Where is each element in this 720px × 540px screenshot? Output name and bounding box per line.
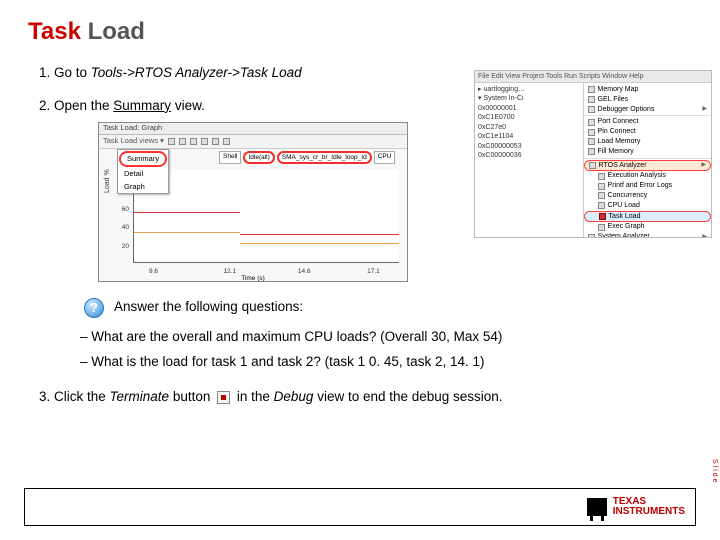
toolbar-icon [223,138,230,145]
question-item: What is the load for task 1 and task 2? … [80,353,692,372]
text: view. [171,98,205,113]
legend-item: Shell [219,151,241,164]
page-title: Task Load [28,18,692,46]
tree-row: 0xC1E0700 [478,113,580,122]
ti-brand-2: INSTRUMENTS [613,507,685,517]
toolbar-icon [201,138,208,145]
text: button [169,389,214,404]
menu-item-task-load: Task Load [584,211,711,223]
step-3: Click the Terminate button in the Debug … [54,388,692,407]
title-word-2: Load [88,18,145,45]
question-prompt: ? Answer the following questions: [84,298,692,318]
button-name: Terminate [110,389,170,404]
menu-item: System Analyzer▶ [584,232,711,238]
dropdown-item-summary: Summary [119,151,167,168]
menu-item: GEL Files [584,95,711,105]
x-ticks: 9.6 12.1 14.6 17.1 [133,267,399,277]
menu-item: Debugger Options▶ [584,105,711,115]
side-caption: Slide [711,459,718,485]
text: view to end the debug session. [313,389,502,404]
menu-item: CPU Load [584,201,711,211]
menu-path: Tools->RTOS Analyzer->Task Load [91,65,302,80]
menu-item: Printf and Error Logs [584,181,711,191]
legend-item: SMA_sys_cr_br_Idle_loop_Id [277,151,372,164]
tree-row: 0x00000001 [478,104,580,113]
tree-row: ▾ System In-Ci [478,94,580,103]
graph-toolbar: Task Load views ▾ [99,135,407,149]
menu-item: Concurrency [584,191,711,201]
dropdown-item: Detail [118,168,168,181]
views-dropdown-open: Summary Detail Graph [117,149,169,195]
menu-item: Memory Map [584,85,711,95]
question-lead-text: Answer the following questions: [114,298,303,317]
toolbar-icon [190,138,197,145]
ide-screenshot: File Edit View Project Tools Run Scripts… [474,70,712,238]
view-name: Debug [274,389,314,404]
menu-item-rtos-analyzer: RTOS Analyzer▶ [584,160,711,172]
question-item: What are the overall and maximum CPU loa… [80,328,692,347]
graph-legend: Shell Idle(all) SMA_sys_cr_br_Idle_loop_… [219,151,395,164]
views-dropdown: Task Load views ▾ [103,136,164,147]
tree-row: 0xC1e1104 [478,132,580,141]
toolbar-icon [168,138,175,145]
tree-row: 0xC00000053 [478,142,580,151]
menu-item: Load Memory [584,137,711,147]
legend-item: Idle(all) [243,151,274,164]
tree-row: ▸ uartlogging… [478,85,580,94]
y-axis-label: Load % [103,169,113,193]
text: Click the [54,389,110,404]
tree-row: 0xC00000036 [478,151,580,160]
menu-item: Pin Connect [584,127,711,137]
ti-chip-icon [587,498,607,516]
question-icon: ? [84,298,104,318]
terminate-icon [217,391,230,404]
title-word-1: Task [28,18,81,45]
taskload-graph-screenshot: Task Load: Graph Task Load views ▾ Summa… [98,122,408,282]
toolbar-icon [179,138,186,145]
ti-logo: TEXAS INSTRUMENTS [587,497,685,517]
menu-item: Exec Graph [584,222,711,232]
legend-item: CPU [374,151,396,164]
ide-tools-menu: Memory Map GEL Files Debugger Options▶ P… [584,83,711,237]
view-name: Summary [113,98,171,113]
dropdown-item: Graph [118,181,168,194]
graph-window-title: Task Load: Graph [99,123,407,135]
menu-item: Port Connect [584,117,711,127]
toolbar-icon [212,138,219,145]
tree-row: 0xC27e0 [478,123,580,132]
ide-menubar: File Edit View Project Tools Run Scripts… [475,71,711,83]
chart-area [133,169,399,263]
text: Go to [54,65,91,80]
menu-item: Fill Memory [584,147,711,157]
menu-item: Execution Analysis [584,171,711,181]
text: Open the [54,98,113,113]
footer: TEXAS INSTRUMENTS [24,488,696,526]
question-list: What are the overall and maximum CPU loa… [54,328,692,372]
x-axis-label: Time (s) [241,274,265,283]
text: in the [233,389,274,404]
ide-tree: ▸ uartlogging… ▾ System In-Ci 0x00000001… [475,83,584,237]
